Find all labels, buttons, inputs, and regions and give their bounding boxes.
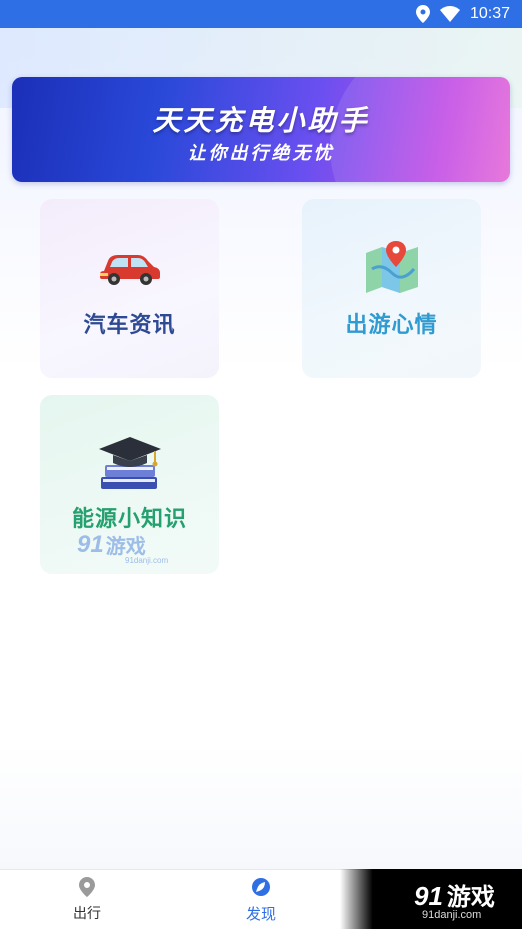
graduation-books-icon [95, 433, 165, 495]
tab-travel[interactable]: 出行 [0, 870, 174, 929]
card-label: 能源小知识 [71, 507, 187, 532]
tab-label: 出行 [73, 906, 101, 922]
location-pin-icon [79, 877, 95, 897]
banner-title: 天天充电小助手 [152, 104, 370, 137]
map-pin-icon [362, 241, 422, 293]
location-icon [415, 5, 430, 23]
corner-logo-number: 91 [414, 881, 443, 911]
leaf-compass-icon [252, 877, 270, 896]
corner-logo-text: 游戏 [446, 884, 495, 911]
wifi-icon [439, 6, 460, 22]
watermark-logo: 91 游戏 91danji.com [77, 530, 168, 565]
promo-banner[interactable]: 天天充电小助手 让你出行绝无忧 [12, 77, 510, 182]
corner-logo-url: 91danji.com [422, 909, 482, 921]
red-car-icon [98, 241, 162, 293]
card-label: 出游心情 [345, 313, 438, 338]
tab-label: 发现 [245, 904, 276, 923]
card-label: 汽车资讯 [83, 313, 176, 338]
card-car-news[interactable]: 汽车资讯 [40, 199, 219, 378]
tab-discover[interactable]: 发现 [174, 870, 348, 929]
card-travel-mood[interactable]: 出游心情 [302, 199, 481, 378]
banner-subtitle: 让你出行绝无忧 [187, 143, 335, 164]
watermark-url: 91danji.com [125, 556, 169, 565]
status-bar: 10:37 [0, 0, 522, 28]
corner-watermark-logo: 91 游戏 91danji.com [340, 869, 522, 929]
status-time: 10:37 [469, 5, 510, 22]
watermark-number: 91 [77, 531, 104, 558]
watermark-text: 游戏 [105, 536, 146, 558]
